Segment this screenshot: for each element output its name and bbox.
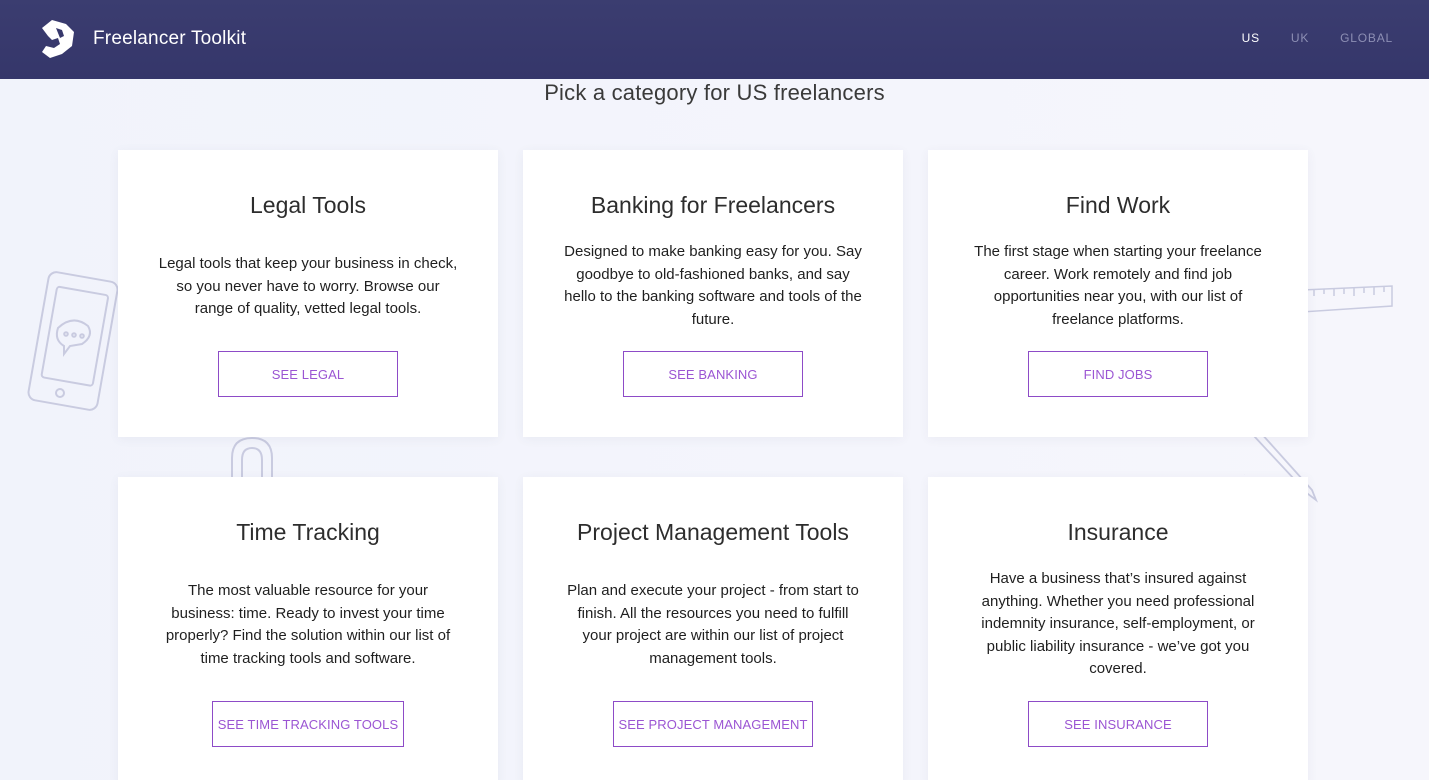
ruler-illustration-icon bbox=[1301, 285, 1393, 313]
wrench-fist-logo-icon bbox=[42, 20, 74, 58]
see-banking-button[interactable]: SEE BANKING bbox=[623, 351, 803, 397]
card-description: The most valuable resource for your busi… bbox=[165, 582, 451, 667]
see-project-management-button[interactable]: SEE PROJECT MANAGEMENT bbox=[613, 701, 813, 747]
top-navbar: Freelancer Toolkit US UK GLOBAL bbox=[0, 0, 1429, 79]
see-time-tracking-button[interactable]: SEE TIME TRACKING TOOLS bbox=[212, 701, 404, 747]
card-title: Time Tracking bbox=[236, 519, 380, 545]
category-card-banking: Banking for Freelancers Designed to make… bbox=[523, 150, 903, 437]
region-tab-us[interactable]: US bbox=[1242, 31, 1260, 45]
card-description: Legal tools that keep your business in c… bbox=[158, 255, 458, 317]
see-insurance-button[interactable]: SEE INSURANCE bbox=[1028, 701, 1208, 747]
card-description: Have a business that’s insured against a… bbox=[981, 570, 1255, 677]
region-tab-uk[interactable]: UK bbox=[1291, 31, 1309, 45]
page: Freelancer Toolkit US UK GLOBAL Pick a c… bbox=[0, 0, 1429, 780]
card-title: Insurance bbox=[1067, 519, 1169, 545]
paperclip-illustration-icon bbox=[231, 436, 273, 480]
brand-name: Freelancer Toolkit bbox=[93, 28, 247, 49]
category-card-find-work: Find Work The first stage when starting … bbox=[928, 150, 1308, 437]
see-legal-button[interactable]: SEE LEGAL bbox=[218, 351, 398, 397]
card-description: Designed to make banking easy for you. S… bbox=[564, 243, 862, 328]
card-title: Legal Tools bbox=[250, 192, 366, 218]
category-card-legal: Legal Tools Legal tools that keep your b… bbox=[118, 150, 498, 437]
category-card-time-tracking: Time Tracking The most valuable resource… bbox=[118, 477, 498, 780]
card-description: Plan and execute your project - from sta… bbox=[567, 582, 859, 667]
phone-illustration-icon bbox=[27, 271, 119, 411]
card-title: Banking for Freelancers bbox=[590, 192, 836, 218]
region-tab-global[interactable]: GLOBAL bbox=[1340, 31, 1393, 45]
page-headline: Pick a category for US freelancers bbox=[544, 80, 885, 105]
card-title: Find Work bbox=[1065, 192, 1171, 218]
region-switcher: US UK GLOBAL bbox=[1211, 31, 1393, 45]
brand-link[interactable]: Freelancer Toolkit bbox=[36, 18, 246, 60]
category-card-insurance: Insurance Have a business that’s insured… bbox=[928, 477, 1308, 780]
card-title: Project Management Tools bbox=[577, 519, 849, 545]
find-jobs-button[interactable]: FIND JOBS bbox=[1028, 351, 1208, 397]
card-description: The first stage when starting your freel… bbox=[974, 243, 1262, 328]
category-card-project-management: Project Management Tools Plan and execut… bbox=[523, 477, 903, 780]
